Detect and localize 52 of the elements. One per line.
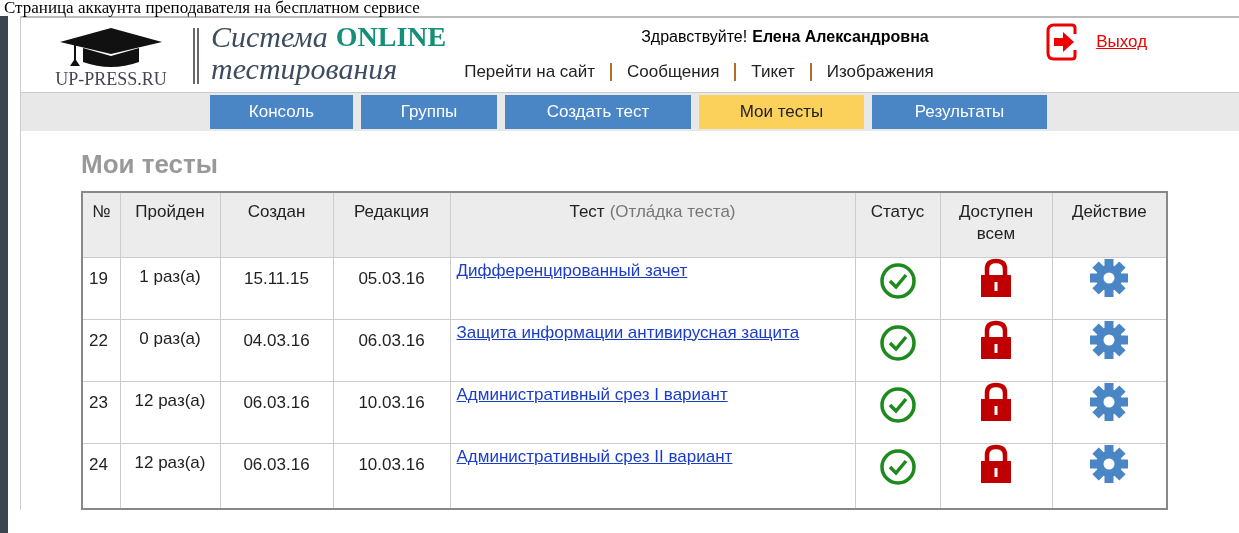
table-cell: 0 раз(а)	[139, 327, 201, 350]
site-title: Система	[211, 21, 328, 53]
nav-tab[interactable]: Консоль	[210, 95, 353, 129]
table-cell: 04.03.16	[243, 330, 310, 350]
column-header: Редакция	[354, 201, 429, 223]
table-cell: 12 раз(а)	[134, 389, 206, 412]
table-cell: 22	[89, 330, 108, 350]
table-cell: 12 раз(а)	[134, 451, 206, 474]
table-cell: 10.03.16	[358, 392, 425, 412]
column-header: №	[92, 201, 111, 223]
nav-tab[interactable]: Мои тесты	[699, 95, 864, 129]
greeting-text: Здравствуйте!	[641, 27, 748, 47]
nav-link[interactable]: Изображения	[826, 59, 934, 85]
nav-tab[interactable]: Результаты	[872, 95, 1047, 129]
table-cell: 19	[89, 268, 108, 288]
site-title-accent: ONLINE	[335, 21, 447, 53]
settings-icon[interactable]	[1089, 443, 1130, 484]
logo-text: UP-PRESS.RU	[55, 70, 167, 88]
table-cell: 24	[89, 454, 108, 474]
padlock-icon[interactable]	[979, 443, 1013, 484]
table-cell: 15.11.15	[244, 268, 309, 288]
nav-link[interactable]: Тикет	[751, 59, 795, 85]
column-header: Действие	[1071, 201, 1147, 223]
settings-icon[interactable]	[1089, 381, 1130, 422]
table-cell: 06.03.16	[358, 330, 425, 350]
padlock-icon[interactable]	[979, 381, 1013, 422]
logout-link[interactable]: Выход	[1096, 29, 1148, 55]
table-cell: 10.03.16	[358, 454, 425, 474]
padlock-icon[interactable]	[979, 257, 1013, 298]
nav-tab[interactable]: Группы	[361, 95, 497, 129]
nav-tab[interactable]: Создать тест	[505, 95, 691, 129]
caption-text: Страница аккаунта преподавателя на бесплатном сервисе	[3, 0, 420, 16]
nav-link[interactable]: Перейти на сайт	[464, 59, 596, 85]
page-title: Мои тесты	[81, 148, 218, 181]
site-subtitle: тестирования	[211, 53, 399, 85]
column-header: Тест	[569, 201, 605, 223]
column-header: Статус	[870, 201, 925, 223]
settings-icon[interactable]	[1089, 257, 1130, 298]
column-header: Доступен всем	[957, 201, 1035, 245]
table-cell: 23	[89, 392, 108, 412]
exit-icon[interactable]	[1044, 23, 1079, 61]
user-name: Елена Александровна	[752, 27, 929, 47]
column-header: Пройден	[135, 201, 205, 223]
nav-link[interactable]: Сообщения	[627, 59, 720, 85]
table-cell: 06.03.16	[243, 454, 310, 474]
column-note: (Отла́дка теста)	[609, 201, 736, 223]
table-cell: 05.03.16	[358, 268, 425, 288]
settings-icon[interactable]	[1089, 319, 1130, 360]
table-cell: 06.03.16	[243, 392, 310, 412]
padlock-icon[interactable]	[979, 319, 1013, 360]
column-header: Создан	[247, 201, 306, 223]
table-cell: 1 раз(а)	[139, 265, 201, 288]
